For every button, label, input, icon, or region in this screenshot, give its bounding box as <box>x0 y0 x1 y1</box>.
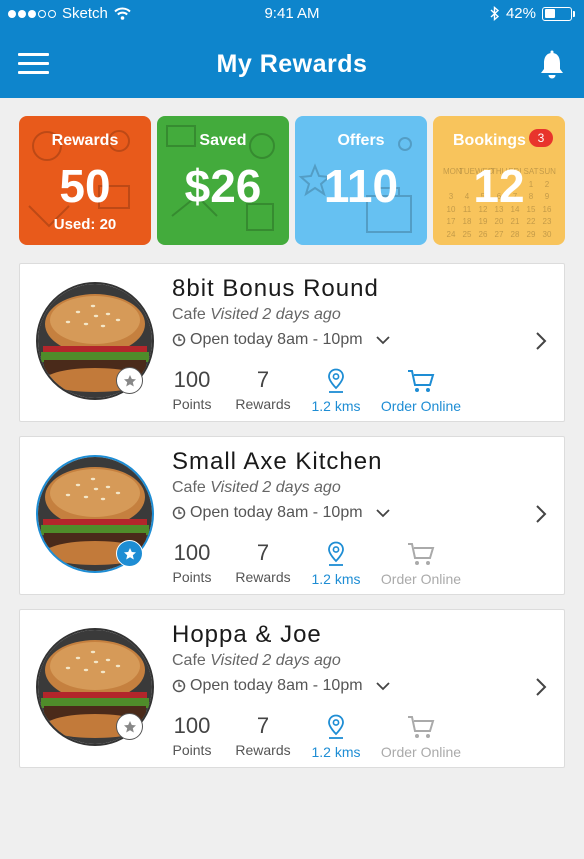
chevron-down-icon[interactable] <box>373 679 393 693</box>
saved-tile-label: Saved <box>199 132 247 149</box>
venue-name: 8bit Bonus Round <box>172 275 379 302</box>
battery-percent: 42% <box>505 5 536 22</box>
saved-tile-value: $26 <box>184 160 262 212</box>
venue-hours[interactable]: Open today 8am - 10pm <box>172 504 393 522</box>
favorite-star-icon[interactable] <box>116 713 143 740</box>
calendar-day: 20 <box>494 217 504 226</box>
bookings-tile-value: 12 <box>473 160 525 212</box>
clock-icon <box>172 333 186 347</box>
calendar-day: 19 <box>478 217 488 226</box>
venue-hours[interactable]: Open today 8am - 10pm <box>172 331 393 349</box>
distance-link[interactable]: 1.2 kms <box>306 368 366 414</box>
bluetooth-icon <box>490 6 500 21</box>
points-stat: 100 Points <box>172 367 212 413</box>
calendar-day: 17 <box>446 217 456 226</box>
order-online-button[interactable]: Order Online <box>376 541 466 587</box>
bell-icon[interactable] <box>538 50 566 80</box>
calendar-day: 30 <box>542 229 552 239</box>
calendar-day: 25 <box>462 229 472 239</box>
favorite-star-icon[interactable] <box>116 367 143 394</box>
page-title: My Rewards <box>216 50 368 78</box>
venue-name: Small Axe Kitchen <box>172 448 383 475</box>
calendar-day: 18 <box>462 217 472 226</box>
distance-link[interactable]: 1.2 kms <box>306 714 366 760</box>
rewards-stat: 7 Rewards <box>235 540 291 586</box>
shopping-cart-icon <box>408 716 435 738</box>
calendar-day: 26 <box>478 229 488 239</box>
app-header: My Rewards <box>0 28 584 98</box>
venue-card[interactable]: Hoppa & Joe Cafe Visited 2 days ago Open… <box>19 609 565 768</box>
venue-category: Cafe Visited 2 days ago <box>172 479 341 496</box>
rewards-stat: 7 Rewards <box>235 713 291 759</box>
battery-icon <box>542 6 575 21</box>
saved-tile[interactable]: Saved $26 <box>157 116 289 245</box>
clock-icon <box>172 679 186 693</box>
offers-tile-label: Offers <box>337 132 385 149</box>
points-stat: 100 Points <box>172 713 212 759</box>
offers-tile[interactable]: Offers 110 <box>295 116 427 245</box>
map-pin-icon <box>328 714 344 739</box>
order-online-button[interactable]: Order Online <box>376 368 466 414</box>
calendar-day: 21 <box>510 217 520 226</box>
calendar-day: 27 <box>494 229 504 239</box>
offers-tile-value: 110 <box>323 160 399 212</box>
venue-hours[interactable]: Open today 8am - 10pm <box>172 677 393 695</box>
rewards-stat: 7 Rewards <box>235 367 291 413</box>
rewards-used-count: Used: 20 <box>53 216 117 233</box>
map-pin-icon <box>328 541 344 566</box>
shopping-cart-icon <box>408 543 435 565</box>
calendar-day: 28 <box>510 229 520 239</box>
calendar-day: 23 <box>542 217 552 226</box>
rewards-tile-label: Rewards <box>51 132 119 149</box>
distance-link[interactable]: 1.2 kms <box>306 541 366 587</box>
map-pin-icon <box>328 368 344 393</box>
points-stat: 100 Points <box>172 540 212 586</box>
bookings-tile[interactable]: MON TUE WED THU FRI SAT SUN 1 2 3 4 5 6 7 8 9 10 11 12 13 14… <box>433 116 565 245</box>
venue-name: Hoppa & Joe <box>172 621 322 648</box>
chevron-right-icon[interactable] <box>534 503 548 525</box>
order-online-button[interactable]: Order Online <box>376 714 466 760</box>
venue-category: Cafe Visited 2 days ago <box>172 652 341 669</box>
venue-card[interactable]: Small Axe Kitchen Cafe Visited 2 days ag… <box>19 436 565 595</box>
rewards-tile-value: 50 <box>59 160 111 212</box>
venue-last-visit: Visited 2 days ago <box>210 652 341 669</box>
rewards-tile[interactable]: Rewards 50 Used: 20 <box>19 116 151 245</box>
chevron-down-icon[interactable] <box>373 506 393 520</box>
shopping-cart-icon <box>408 370 435 392</box>
chevron-right-icon[interactable] <box>534 676 548 698</box>
chevron-down-icon[interactable] <box>373 333 393 347</box>
chevron-right-icon[interactable] <box>534 330 548 352</box>
calendar-day: 22 <box>526 217 536 226</box>
venue-last-visit: Visited 2 days ago <box>210 306 341 323</box>
status-bar: Sketch 9:41 AM 42% <box>0 0 584 28</box>
clock-icon <box>172 506 186 520</box>
venue-last-visit: Visited 2 days ago <box>210 479 341 496</box>
calendar-day: 24 <box>446 229 456 239</box>
venue-card[interactable]: 8bit Bonus Round Cafe Visited 2 days ago… <box>19 263 565 422</box>
bookings-count-badge: 3 <box>529 129 553 147</box>
venue-category: Cafe Visited 2 days ago <box>172 306 341 323</box>
calendar-day: 29 <box>526 229 536 239</box>
favorite-star-icon[interactable] <box>116 540 143 567</box>
